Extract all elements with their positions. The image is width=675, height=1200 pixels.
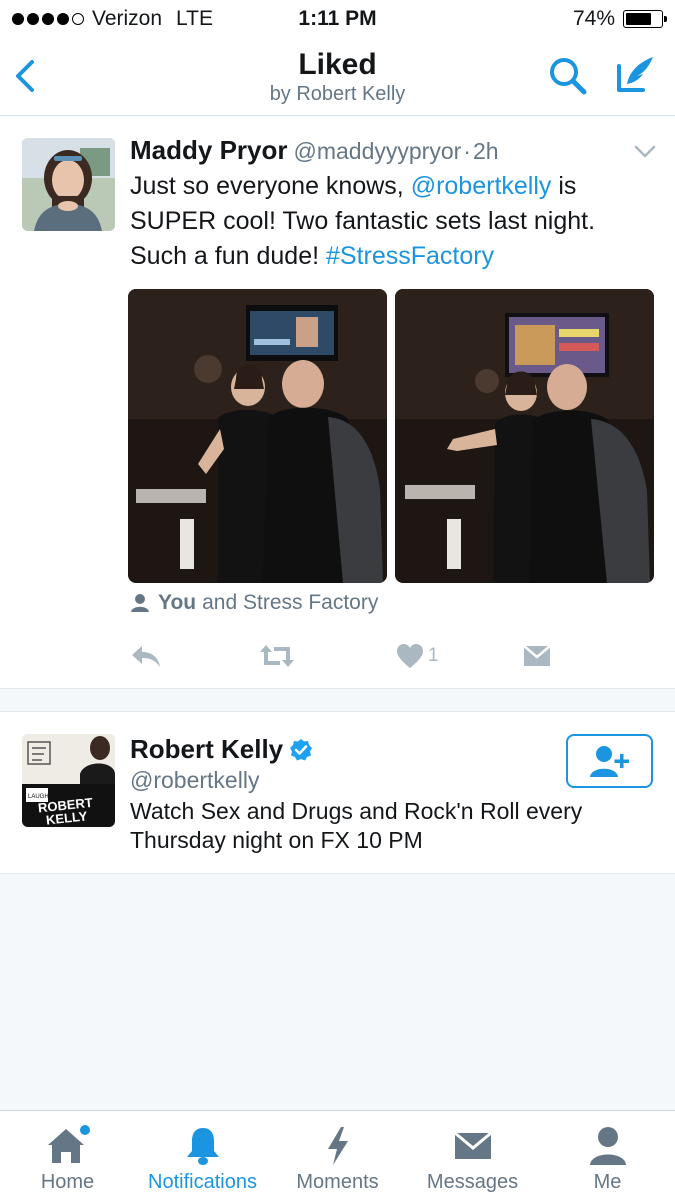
follow-button[interactable] [566,734,653,788]
reply-button[interactable] [130,641,162,671]
retweet-button[interactable] [258,641,296,671]
liked-by-you: You [158,591,197,614]
user-handle[interactable]: @robertkelly [130,767,259,794]
hashtag-link[interactable]: #StressFactory [326,242,494,270]
reply-icon [132,646,160,667]
tab-label-home: Home [40,1171,95,1193]
person-icon [131,594,149,612]
like-button[interactable]: 1 [396,641,439,671]
user-card[interactable]: LAUGH ROBERT KELLY Robert Kelly @robertk… [0,711,675,874]
tweet-photo-1[interactable] [128,289,387,583]
tweet-actions: 1 [130,641,560,671]
bell-icon [186,1128,219,1165]
tab-label-me: Me [593,1171,622,1193]
retweet-icon [260,645,294,667]
like-count: 1 [428,645,439,666]
user-avatar[interactable]: LAUGH ROBERT KELLY [22,734,115,827]
tab-bar: Home Notifications Moments Messages Me [0,1110,675,1200]
tweet-photo-2[interactable] [395,289,654,583]
verified-badge-icon [290,738,313,760]
tweet-text: Just so everyone knows, @robertkelly is … [130,169,650,274]
tweet-time: 2h [472,138,499,164]
tweet-text-start: Just so everyone knows, [130,172,411,200]
battery-icon [623,10,667,28]
lightning-icon [327,1127,348,1165]
tab-home[interactable]: Home [0,1111,135,1200]
liked-by-row[interactable]: You and Stress Factory [130,591,378,615]
heart-icon [397,644,423,668]
tweet-photos [128,289,654,583]
tab-me[interactable]: Me [540,1111,675,1200]
envelope-icon [523,645,551,666]
user-name: Robert Kelly [130,734,284,764]
direct-message-button[interactable] [522,641,552,671]
battery-percent: 74% [572,7,615,30]
envelope-icon [453,1131,492,1159]
tab-messages[interactable]: Messages [405,1111,540,1200]
tab-moments[interactable]: Moments [270,1111,405,1200]
chevron-down-icon[interactable] [634,145,656,159]
tweet-author-name[interactable]: Maddy Pryor [130,135,288,165]
tab-label-moments: Moments [296,1171,379,1193]
add-user-icon [589,746,629,777]
mention-link[interactable]: @robertkelly [411,172,552,200]
battery-level [626,13,652,25]
user-name-row[interactable]: Robert Kelly [130,734,313,765]
home-icon [47,1125,90,1163]
home-badge-dot [79,1125,90,1135]
battery-info: 74% [572,7,667,31]
tab-notifications[interactable]: Notifications [135,1111,270,1200]
tab-label-messages: Messages [426,1171,519,1193]
search-icon[interactable] [548,56,588,96]
nav-header: Liked by Robert Kelly [0,38,675,116]
tweet-header: Maddy Pryor @maddyyypryor·2h [130,135,499,166]
tweet-card[interactable]: Maddy Pryor @maddyyypryor·2h Just so ever… [0,117,675,689]
liked-by-others: and Stress Factory [202,591,379,614]
compose-icon[interactable] [613,52,657,96]
user-bio: Watch Sex and Drugs and Rock'n Roll ever… [130,798,583,853]
tweet-author-handle[interactable]: @maddyyypryor [294,138,462,164]
status-bar: Verizon LTE 1:11 PM 74% [0,0,675,38]
avatar[interactable] [22,138,115,231]
tab-label-notifications: Notifications [148,1171,257,1193]
person-icon [589,1127,626,1165]
tweet-separator: · [463,138,471,164]
